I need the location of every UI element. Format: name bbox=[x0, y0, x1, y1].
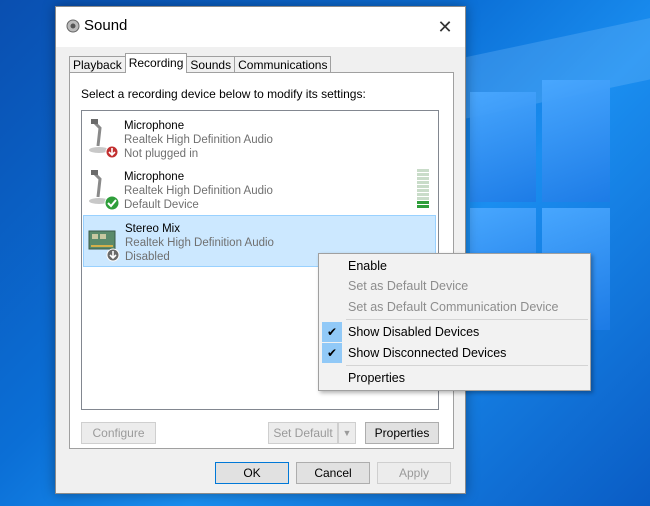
sound-card-icon bbox=[88, 230, 120, 262]
device-status: Disabled bbox=[125, 251, 170, 263]
menu-item-properties[interactable]: Properties bbox=[319, 368, 590, 388]
device-driver: Realtek High Definition Audio bbox=[124, 185, 273, 197]
tab-communications[interactable]: Communications bbox=[234, 56, 332, 73]
tab-playback[interactable]: Playback bbox=[69, 56, 126, 73]
speaker-icon bbox=[66, 19, 80, 33]
menu-item-set-default-communication[interactable]: Set as Default Communication Device bbox=[319, 297, 590, 317]
sound-dialog: Sound ✕ Playback Recording Sounds Commun… bbox=[55, 6, 466, 494]
device-status: Not plugged in bbox=[124, 148, 199, 160]
set-default-button[interactable]: Set Default bbox=[268, 422, 338, 444]
menu-separator bbox=[346, 319, 588, 320]
properties-button[interactable]: Properties bbox=[365, 422, 439, 444]
close-button[interactable]: ✕ bbox=[431, 13, 459, 41]
microphone-default-icon bbox=[89, 170, 120, 211]
list-item[interactable]: Microphone Realtek High Definition Audio… bbox=[83, 113, 435, 163]
menu-item-label: Properties bbox=[348, 371, 405, 385]
tab-recording[interactable]: Recording bbox=[124, 53, 188, 73]
checkmark-icon: ✔ bbox=[322, 343, 342, 363]
list-item[interactable]: Microphone Realtek High Definition Audio… bbox=[83, 164, 435, 214]
apply-button[interactable]: Apply bbox=[377, 462, 451, 484]
window-title: Sound bbox=[84, 17, 128, 34]
device-name: Microphone bbox=[124, 171, 185, 183]
menu-item-label: Set as Default Communication Device bbox=[348, 300, 559, 314]
menu-item-label: Show Disconnected Devices bbox=[348, 346, 507, 360]
device-name: Microphone bbox=[124, 120, 185, 132]
title-bar: Sound ✕ bbox=[56, 7, 465, 47]
instruction-text: Select a recording device below to modif… bbox=[81, 87, 366, 101]
menu-item-show-disconnected[interactable]: ✔ Show Disconnected Devices bbox=[319, 343, 590, 363]
ok-button[interactable]: OK bbox=[215, 462, 289, 484]
close-icon: ✕ bbox=[437, 16, 453, 37]
menu-item-label: Show Disabled Devices bbox=[348, 325, 480, 339]
tab-strip: Playback Recording Sounds Communications bbox=[69, 53, 332, 73]
menu-item-set-default-device[interactable]: Set as Default Device bbox=[319, 276, 590, 296]
menu-separator bbox=[346, 365, 588, 366]
device-name: Stereo Mix bbox=[125, 223, 180, 235]
device-status: Default Device bbox=[124, 199, 199, 211]
chevron-down-icon: ▼ bbox=[342, 428, 352, 438]
microphone-unplugged-icon bbox=[89, 119, 119, 159]
menu-item-label: Set as Default Device bbox=[348, 279, 469, 293]
configure-button[interactable]: Configure bbox=[81, 422, 156, 444]
menu-item-enable[interactable]: Enable bbox=[319, 256, 590, 276]
checkmark-icon: ✔ bbox=[322, 322, 342, 342]
device-driver: Realtek High Definition Audio bbox=[125, 237, 274, 249]
menu-item-label: Enable bbox=[348, 259, 387, 273]
context-menu: Enable Set as Default Device Set as Defa… bbox=[318, 253, 591, 391]
level-meter bbox=[417, 169, 429, 209]
device-driver: Realtek High Definition Audio bbox=[124, 134, 273, 146]
set-default-dropdown[interactable]: ▼ bbox=[338, 422, 356, 444]
menu-item-show-disabled[interactable]: ✔ Show Disabled Devices bbox=[319, 322, 590, 342]
tab-sounds[interactable]: Sounds bbox=[186, 56, 236, 73]
cancel-button[interactable]: Cancel bbox=[296, 462, 370, 484]
